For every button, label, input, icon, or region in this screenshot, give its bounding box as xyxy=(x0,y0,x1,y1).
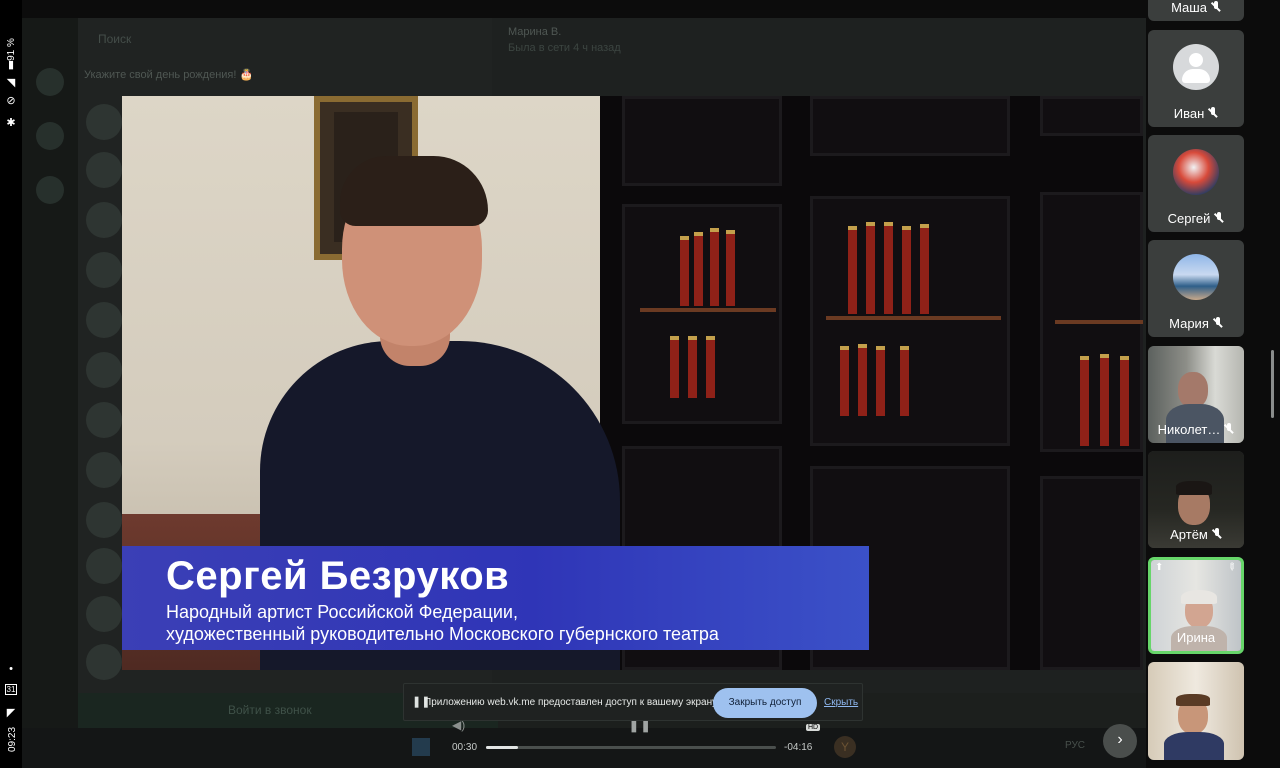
avatar xyxy=(1173,149,1219,195)
chat-avatar[interactable] xyxy=(86,596,122,632)
share-notification-text: Приложению web.vk.me предоставлен доступ… xyxy=(424,697,719,708)
chat-avatar[interactable] xyxy=(86,402,122,438)
chat-status: Была в сети 4 ч назад xyxy=(508,42,621,54)
scrollbar-thumb[interactable] xyxy=(1271,350,1274,418)
participant-tile[interactable] xyxy=(1148,662,1244,760)
chat-avatar[interactable] xyxy=(86,252,122,288)
participant-tile[interactable]: Маша xyxy=(1148,0,1244,21)
wifi-off-icon: ⊘ xyxy=(6,95,16,107)
bluetooth-icon: ✱ xyxy=(6,117,16,129)
participant-name: Сергей xyxy=(1167,211,1211,226)
participants-list: Маша Иван Сергей Мария Николет… Артём ⬆ … xyxy=(1146,0,1248,768)
participant-tile[interactable]: Иван xyxy=(1148,30,1244,127)
avatar xyxy=(1173,254,1219,300)
progress-slider[interactable] xyxy=(486,746,776,749)
navigation-icon: ◤ xyxy=(6,707,16,719)
stop-sharing-button[interactable]: Закрыть доступ xyxy=(713,688,817,718)
participant-name: Артём xyxy=(1170,527,1208,542)
participant-tile[interactable]: Артём xyxy=(1148,451,1244,548)
calls-nav-icon[interactable] xyxy=(36,176,64,204)
battery-icon: ▮ xyxy=(7,59,15,71)
participant-name: Маша xyxy=(1171,0,1207,15)
yandex-browser-icon[interactable]: Y xyxy=(834,736,856,758)
chat-avatar[interactable] xyxy=(86,302,122,338)
chat-avatar[interactable] xyxy=(86,152,122,188)
calendar-icon: 31 xyxy=(4,684,18,695)
mic-off-icon xyxy=(1213,317,1223,329)
status-bar: 91 % ▮ ◥ ⊘ ✱ • 31 ◤ 09:23 xyxy=(0,0,22,768)
screen-share-notification: ❚❚ Приложению web.vk.me предоставлен дос… xyxy=(403,683,863,721)
caption-role-line-2: художественный руководительно Московског… xyxy=(166,624,719,644)
screen: 91 % ▮ ◥ ⊘ ✱ • 31 ◤ 09:23 Поиск Укажите … xyxy=(0,0,1280,768)
next-page-button[interactable]: › xyxy=(1103,724,1137,758)
chat-avatar[interactable] xyxy=(86,644,122,680)
chat-avatar[interactable] xyxy=(86,352,122,388)
right-edge xyxy=(1248,0,1280,768)
participant-name: Ирина xyxy=(1176,630,1216,645)
participant-tile[interactable]: Мария xyxy=(1148,240,1244,337)
birthday-banner[interactable]: Укажите свой день рождения! 🎂 xyxy=(84,68,253,81)
search-input[interactable]: Поиск xyxy=(98,32,131,46)
progress-fill xyxy=(486,746,518,749)
chat-avatar[interactable] xyxy=(86,452,122,488)
participant-name: Мария xyxy=(1169,316,1209,331)
mic-off-icon xyxy=(1214,212,1224,224)
caption-name: Сергей Безруков xyxy=(166,554,510,598)
participant-tile-active[interactable]: ⬆ ✎ Ирина xyxy=(1148,557,1244,654)
chat-avatar[interactable] xyxy=(86,202,122,238)
elapsed-time: 00:30 xyxy=(452,742,478,753)
chat-avatar[interactable] xyxy=(86,502,122,538)
join-call-button[interactable]: Войти в звонок xyxy=(228,703,312,717)
video-lower-third-caption: Сергей Безруков Народный артист Российск… xyxy=(122,546,869,650)
mic-off-icon xyxy=(1208,107,1218,119)
language-indicator[interactable]: РУС xyxy=(1065,740,1085,751)
mic-off-icon xyxy=(1212,528,1222,540)
chat-avatar[interactable] xyxy=(86,548,122,584)
participant-tile[interactable]: Николет… xyxy=(1148,346,1244,443)
hd-badge[interactable]: HD xyxy=(806,724,821,731)
participant-name: Иван xyxy=(1173,106,1205,121)
hide-notification-link[interactable]: Скрыть xyxy=(824,697,858,708)
mic-off-icon xyxy=(1224,423,1234,435)
avatar xyxy=(1173,44,1219,90)
mic-off-icon xyxy=(1211,1,1221,13)
participant-name: Николет… xyxy=(1157,422,1221,437)
folder-nav-icon[interactable] xyxy=(36,122,64,150)
participant-tile[interactable]: Сергей xyxy=(1148,135,1244,232)
caption-role-line-1: Народный артист Российской Федерации, xyxy=(166,602,518,622)
screen-share-icon: ⬆ xyxy=(1155,562,1164,573)
app-sidebar xyxy=(22,18,78,728)
shared-screen-video[interactable]: Сергей Безруков Народный артист Российск… xyxy=(122,96,1143,670)
clock: 09:23 xyxy=(7,726,19,753)
signal-icon: ◥ xyxy=(6,77,16,89)
chat-title[interactable]: Марина В. xyxy=(508,26,561,38)
chat-avatar[interactable] xyxy=(86,104,122,140)
battery-level: 91 % xyxy=(5,38,17,61)
dot-indicator: • xyxy=(9,663,13,675)
remaining-time: -04:16 xyxy=(784,742,813,753)
messages-nav-icon[interactable] xyxy=(36,68,64,96)
